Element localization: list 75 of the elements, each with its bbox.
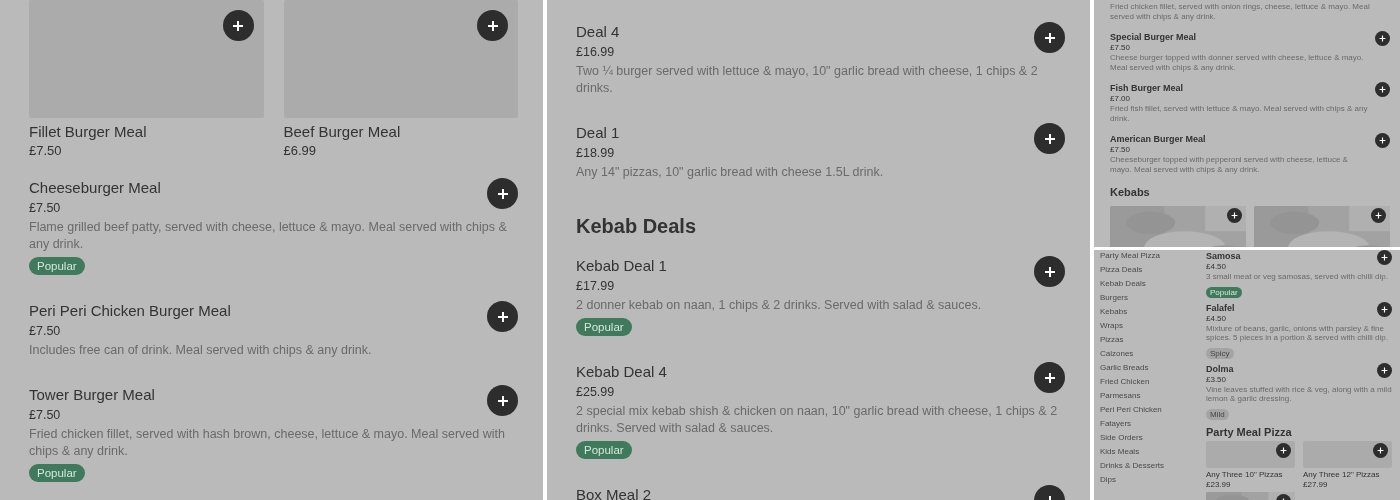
popular-badge: Popular: [29, 464, 85, 482]
item-description: Cheese burger topped with donner served with cheese, lettuce & mayo. Meal served with chips & any drink.: [1110, 53, 1365, 73]
item-description: 2 donner kebab on naan, 1 chips & 2 drinks. Served with salad & sauces.: [576, 297, 983, 314]
item-description: Fried fish fillet, served with lettuce & mayo. Meal served with chips & any drink.: [1110, 104, 1369, 124]
item-name: American Burger Meal: [1110, 133, 1206, 145]
item-name: Any Three 10" Pizzas: [1206, 470, 1283, 480]
item-name: Deal 1: [576, 123, 620, 143]
item-name: Kebab Deal 4: [576, 362, 667, 382]
item-price: £25.99: [576, 384, 615, 401]
item-description: Two ¼ burger served with lettuce & mayo, 10" garlic bread with cheese, 1 chips & 2 drinks.: [576, 63, 1039, 97]
item-name: Dolma: [1206, 363, 1234, 375]
item-price: £7.50: [29, 200, 61, 217]
item-name: Any Three 12" Pizzas: [1303, 470, 1380, 480]
item-price: £6.99: [283, 142, 317, 160]
category-link[interactable]: Garlic Breads: [1100, 363, 1149, 373]
category-link[interactable]: Party Meal Pizza: [1100, 251, 1161, 261]
item-price: £4.50: [1206, 314, 1227, 324]
item-name: Beef Burger Meal: [283, 122, 401, 142]
item-description: Any 14" pizzas, 10" garlic bread with cheese 1.5L drink.: [576, 164, 885, 181]
category-link[interactable]: Drinks & Desserts: [1100, 461, 1164, 471]
category-link[interactable]: Calzones: [1100, 349, 1134, 359]
item-name: Fillet Burger Meal: [29, 122, 147, 142]
tag: Spicy: [1206, 348, 1234, 359]
item-description: Fried chicken fillet, served with hash brown, cheese, lettuce & mayo. Meal served with chips & any drink.: [29, 426, 506, 460]
item-name: Falafel: [1206, 302, 1235, 314]
category-link[interactable]: Wraps: [1100, 321, 1123, 331]
item-name: Kebab Deal 1: [576, 256, 667, 276]
item-price: £23.99: [1206, 480, 1231, 490]
item-price: £7.00: [1110, 94, 1131, 104]
item-name: Fish Burger Meal: [1110, 82, 1183, 94]
item-price: £7.50: [1110, 145, 1131, 155]
category-link[interactable]: Peri Peri Chicken: [1100, 405, 1162, 415]
item-description: 2 special mix kebab shish & chicken on naan, 10" garlic bread with cheese, 1 chips & 2 drinks. Served with salad & sauces.: [576, 403, 1059, 437]
item-description: Flame grilled beef patty, served with cheese, lettuce & mayo. Meal served with chips & any drink.: [29, 219, 508, 253]
item-name: Cheeseburger Meal: [29, 178, 161, 198]
tag: Mild: [1206, 409, 1229, 420]
item-description: Includes free can of drink. Meal served with chips & any drink.: [29, 342, 373, 359]
item-name: Special Burger Meal: [1110, 31, 1197, 43]
item-price: £18.99: [576, 145, 615, 162]
item-price: £7.50: [29, 323, 61, 340]
item-price: £7.50: [29, 142, 62, 160]
item-name: Tower Burger Meal: [29, 385, 155, 405]
item-description: Vine leaves stuffed with rice & veg, along with a mild lemon & garlic dressing.: [1206, 385, 1392, 403]
popular-badge: Popular: [576, 441, 632, 459]
item-description: Cheeseburger topped with pepperoni served with cheese, lettuce & mayo. Meal served with chips & any drink.: [1110, 155, 1349, 175]
category-link[interactable]: Pizza Deals: [1100, 265, 1143, 275]
section-heading: Kebabs: [1110, 186, 1150, 198]
popular-badge: Popular: [576, 318, 632, 336]
item-price: £27.99: [1303, 480, 1328, 490]
category-link[interactable]: Burgers: [1100, 293, 1128, 303]
category-link[interactable]: Pizzas: [1100, 335, 1124, 345]
category-link[interactable]: Kebab Deals: [1100, 279, 1146, 289]
popular-badge: Popular: [1206, 287, 1242, 298]
item-name: Samosa: [1206, 250, 1241, 262]
item-price: £7.50: [1110, 43, 1131, 53]
category-link[interactable]: Kids Meals: [1100, 447, 1140, 457]
popular-badge: Popular: [29, 257, 85, 275]
category-link[interactable]: Kebabs: [1100, 307, 1128, 317]
category-link[interactable]: Fried Chicken: [1100, 377, 1150, 387]
item-price: £16.99: [576, 44, 615, 61]
item-name: Box Meal 2: [576, 485, 652, 500]
category-link[interactable]: Parmesans: [1100, 391, 1141, 401]
item-name: Peri Peri Chicken Burger Meal: [29, 301, 231, 321]
item-price: £3.50: [1206, 375, 1227, 385]
item-price: £7.50: [29, 407, 61, 424]
item-price: £17.99: [576, 278, 615, 295]
item-description: Mixture of beans, garlic, onions with parsley & fine spices. 5 pieces in a portion & served with chilli dip.: [1206, 324, 1389, 342]
category-link[interactable]: Fatayers: [1100, 419, 1132, 429]
category-link[interactable]: Dips: [1100, 475, 1116, 485]
category-link[interactable]: Side Orders: [1100, 433, 1143, 443]
item-name: Deal 4: [576, 22, 620, 42]
item-description: Fried chicken fillet, served with onion rings, cheese, lettuce & mayo. Meal served with chips & any drink.: [1110, 2, 1371, 22]
item-price: £4.50: [1206, 262, 1227, 272]
section-heading: Party Meal Pizza: [1206, 426, 1292, 438]
section-heading: Kebab Deals: [576, 215, 697, 238]
